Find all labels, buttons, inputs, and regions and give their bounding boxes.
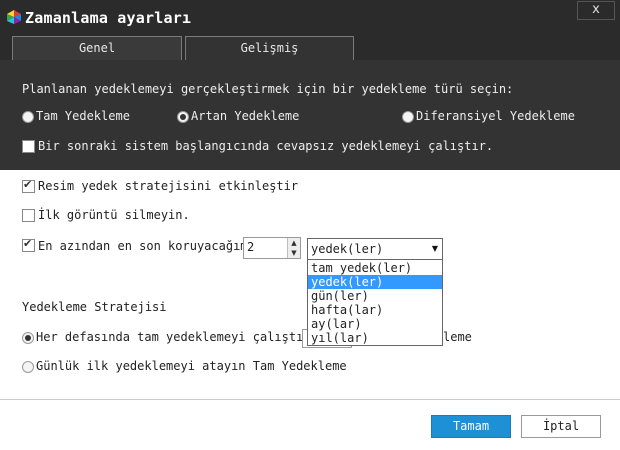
- chevron-down-icon: ▼: [431, 244, 438, 253]
- radio-always-full-label-tail: leme: [443, 330, 472, 344]
- keep-unit-value: yedek(ler): [311, 242, 384, 256]
- keep-count-stepper[interactable]: 2 ▲ ▼: [243, 237, 301, 259]
- keep-count-value: 2: [247, 240, 255, 254]
- keep-latest-checkbox[interactable]: [22, 237, 35, 252]
- enable-strategy-checkbox[interactable]: [22, 178, 35, 193]
- missed-backup-label: Bir sonraki sistem başlangıcında cevapsı…: [38, 139, 494, 153]
- radio-full-backup-label: Tam Yedekleme: [36, 109, 130, 123]
- unit-option-full-backups[interactable]: tam yedek(ler): [308, 261, 442, 275]
- title-bar: Zamanlama ayarları x: [0, 0, 620, 36]
- tab-bar: Genel Gelişmiş: [0, 36, 620, 60]
- window-title: Zamanlama ayarları: [25, 9, 192, 27]
- keep-latest-label: En azından en son koruyacağım: [38, 239, 248, 253]
- close-icon: x: [592, 2, 600, 17]
- backup-strategy-heading: Yedekleme Stratejisi: [22, 300, 167, 314]
- backup-type-prompt: Planlanan yedeklemeyi gerçekleştirmek iç…: [22, 82, 514, 96]
- radio-daily-first-full[interactable]: [22, 361, 34, 373]
- cancel-button[interactable]: İptal: [521, 415, 601, 438]
- radio-daily-first-full-label: Günlük ilk yedeklemeyi atayın Tam Yedekl…: [36, 359, 347, 373]
- keep-unit-select[interactable]: yedek(ler) ▼: [307, 238, 443, 260]
- stepper-down-icon[interactable]: ▼: [287, 248, 300, 258]
- radio-incremental-backup-label: Artan Yedekleme: [191, 109, 300, 123]
- radio-incremental-backup[interactable]: [177, 111, 189, 123]
- stepper-up-icon[interactable]: ▲: [287, 238, 300, 248]
- app-logo-icon: [7, 10, 21, 24]
- keep-first-image-checkbox[interactable]: [22, 209, 35, 222]
- enable-strategy-label: Resim yedek stratejisini etkinleştir: [38, 179, 299, 193]
- radio-always-full-label: Her defasında tam yedeklemeyi çalıştırın: [36, 330, 325, 344]
- close-button[interactable]: x: [577, 1, 615, 20]
- unit-option-years[interactable]: yıl(lar): [308, 331, 442, 345]
- backup-type-panel: Planlanan yedeklemeyi gerçekleştirmek iç…: [0, 60, 620, 170]
- radio-full-backup[interactable]: [22, 111, 34, 123]
- unit-option-months[interactable]: ay(lar): [308, 317, 442, 331]
- unit-option-days[interactable]: gün(ler): [308, 289, 442, 303]
- radio-differential-backup-label: Diferansiyel Yedekleme: [416, 109, 575, 123]
- tab-advanced[interactable]: Gelişmiş: [185, 36, 354, 60]
- unit-option-backups[interactable]: yedek(ler): [308, 275, 442, 289]
- tab-general[interactable]: Genel: [12, 36, 182, 60]
- radio-differential-backup[interactable]: [402, 111, 414, 123]
- missed-backup-checkbox[interactable]: [22, 140, 35, 153]
- unit-option-weeks[interactable]: hafta(lar): [308, 303, 442, 317]
- radio-always-full[interactable]: [22, 332, 34, 344]
- ok-button[interactable]: Tamam: [431, 415, 511, 438]
- keep-unit-dropdown-list: tam yedek(ler) yedek(ler) gün(ler) hafta…: [307, 259, 443, 346]
- footer-divider: [0, 399, 620, 400]
- keep-first-image-label: İlk görüntü silmeyin.: [38, 208, 190, 222]
